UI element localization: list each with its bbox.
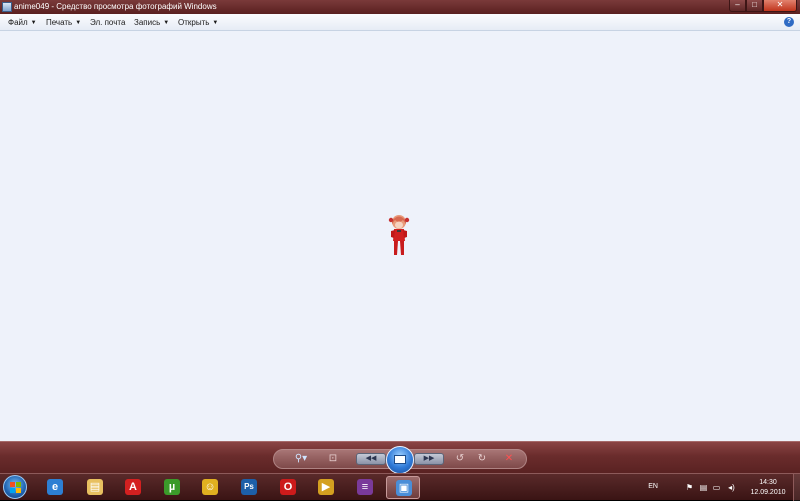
show-desktop-button[interactable] (793, 474, 800, 501)
opera-icon: O (280, 479, 296, 495)
help-icon[interactable]: ? (784, 17, 794, 27)
slideshow-icon (394, 455, 406, 464)
chevron-down-icon: ▼ (163, 20, 170, 26)
volume-icon[interactable]: ◂) (727, 483, 736, 492)
taskbar: e ▤ Aµ ☺ Ps O ▶ ≡ ▣ EN ⚑ ▤ ▭ ◂) 14:30 12.09.2010 (0, 473, 800, 501)
minimize-button[interactable]: – (729, 0, 746, 12)
previous-button[interactable]: ◀◀ (356, 453, 386, 465)
flag-icon[interactable]: ⚑ (685, 483, 694, 492)
maximize-button[interactable]: □ (746, 0, 763, 12)
network-icon[interactable]: ▭ (712, 483, 721, 492)
media-player-icon: ▶ (318, 479, 334, 495)
chevron-down-icon: ▼ (30, 20, 37, 26)
rotate-left-icon[interactable]: ↺ (454, 452, 466, 466)
chevron-down-icon: ▼ (212, 20, 219, 26)
windows-logo-icon (10, 482, 21, 493)
taskbar-explorer-button[interactable]: ▤ (78, 476, 112, 499)
window-controls: – □ ✕ (729, 0, 797, 12)
menu-burn-label: Запись (134, 18, 161, 27)
clock-date: 12.09.2010 (750, 489, 786, 496)
displayed-photo (388, 215, 410, 255)
messenger-icon: ☺ (202, 479, 218, 495)
window-title: anime049 - Средство просмотра фотографий… (14, 2, 217, 11)
menu-print-label: Печать (46, 18, 73, 27)
zoom-icon[interactable]: ⚲▾ (291, 452, 311, 466)
avira-icon: A (125, 479, 141, 495)
taskbar-opera-button[interactable]: O (271, 476, 305, 499)
menu-bar: Файл ▼ Печать ▼ Эл. почта Запись ▼ Открыть ▼… (0, 14, 800, 31)
taskbar-photoshop-button[interactable]: Ps (232, 476, 266, 499)
delete-icon[interactable]: ✕ (503, 452, 515, 466)
taskbar-utorrent-button[interactable]: µ (155, 476, 189, 499)
menu-email-label: Эл. почта (90, 18, 126, 27)
chevron-down-icon: ▼ (75, 20, 82, 26)
taskbar-messenger-button[interactable]: ☺ (193, 476, 227, 499)
menu-file-label: Файл (8, 18, 28, 27)
language-indicator[interactable]: EN (648, 483, 658, 490)
taskbar-media-player-button[interactable]: ▶ (309, 476, 343, 499)
close-button[interactable]: ✕ (763, 0, 797, 12)
taskbar-winrar-button[interactable]: ≡ (348, 476, 382, 499)
fit-window-icon[interactable]: ⊡ (326, 452, 340, 466)
photo-viewer-icon: ▣ (396, 480, 412, 496)
rotate-right-icon[interactable]: ↻ (476, 452, 488, 466)
utorrent-icon: µ (164, 479, 180, 495)
clock[interactable]: 14:30 12.09.2010 (746, 478, 790, 498)
next-button[interactable]: ▶▶ (414, 453, 444, 465)
start-button[interactable] (3, 475, 27, 499)
photoshop-icon: Ps (241, 479, 257, 495)
title-bar: anime049 - Средство просмотра фотографий… (0, 0, 800, 14)
taskbar-avira-button[interactable]: A (116, 476, 150, 499)
slideshow-button[interactable] (386, 446, 414, 474)
winrar-icon: ≡ (357, 479, 373, 495)
internet-explorer-icon: e (47, 479, 63, 495)
photo-viewer-app-icon[interactable] (2, 2, 12, 12)
image-viewport[interactable] (0, 31, 800, 441)
menu-open-label: Открыть (178, 18, 210, 27)
explorer-icon: ▤ (87, 479, 103, 495)
taskbar-photo-viewer-button[interactable]: ▣ (386, 476, 420, 499)
taskbar-internet-explorer-button[interactable]: e (38, 476, 72, 499)
tray-app-icon[interactable]: ▤ (699, 483, 708, 492)
clock-time: 14:30 (759, 479, 777, 486)
menu-email[interactable]: Эл. почта (90, 14, 125, 31)
